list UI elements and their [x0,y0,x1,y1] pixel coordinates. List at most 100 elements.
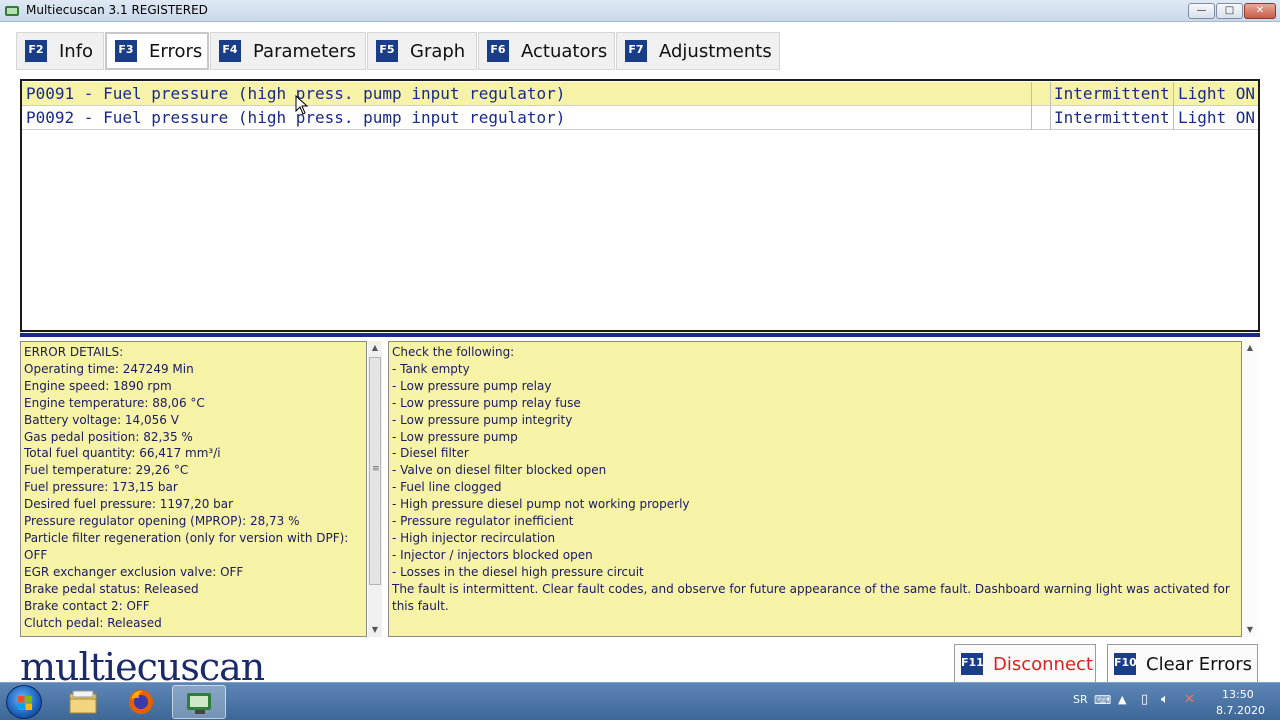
firefox-icon [129,690,153,714]
scroll-down-arrow-icon[interactable]: ▼ [1243,623,1257,637]
tab-label: Parameters [253,40,357,62]
tab-label: Graph [410,40,466,62]
disconnect-button[interactable]: F11 Disconnect [954,644,1096,684]
f6-key-badge: F6 [487,40,509,62]
advice-panel: Check the following: - Tank empty - Low … [388,341,1242,637]
details-line: Brake contact 2: OFF [24,598,150,613]
f7-key-badge: F7 [625,40,647,62]
advice-line: - Valve on diesel filter blocked open [392,463,607,478]
tab-actuators[interactable]: F6 Actuators [478,32,615,70]
f5-key-badge: F5 [376,40,398,62]
advice-summary: The fault is intermittent. Clear fault c… [392,581,1230,613]
details-line: Pressure regulator opening (MPROP): 28,7… [24,514,300,529]
minimize-button[interactable]: — [1188,3,1215,19]
f3-key-badge: F3 [115,40,137,62]
scrollbar-thumb[interactable]: ≡ [369,357,381,585]
tab-errors[interactable]: F3 Errors [105,32,209,70]
error-state: Intermittent [1054,84,1170,103]
multiecuscan-logo: multiecuscan [20,645,265,683]
tab-graph[interactable]: F5 Graph [367,32,477,70]
details-scrollbar[interactable]: ▲ ≡ ▼ [368,341,382,637]
divider [20,333,1260,337]
error-row[interactable]: P0092 - Fuel pressure (high press. pump … [22,106,1258,130]
advice-line: - Losses in the diesel high pressure cir… [392,564,644,579]
details-line: Clutch pedal: Released [24,615,162,630]
scroll-up-arrow-icon[interactable]: ▲ [368,341,382,355]
windows-logo-icon [18,696,32,710]
error-state: Intermittent [1054,108,1170,127]
tab-adjustments[interactable]: F7 Adjustments [616,32,780,70]
mouse-cursor-icon [295,95,309,115]
details-line: Battery voltage: 14,056 V [24,412,179,427]
advice-line: - High pressure diesel pump not working … [392,497,690,512]
error-column-spacer [1031,106,1051,130]
tab-label: Adjustments [659,40,772,62]
details-line: Operating time: 247249 Min [24,361,194,376]
disconnect-label: Disconnect [993,653,1093,675]
tab-label: Actuators [521,40,608,62]
error-details-panel: ERROR DETAILS: Operating time: 247249 Mi… [20,341,367,637]
network-icon[interactable]: ✕ [1184,692,1195,707]
scroll-up-arrow-icon[interactable]: ▲ [1243,341,1257,355]
advice-scrollbar[interactable]: ▲ ▼ [1243,341,1257,637]
details-line: Total fuel quantity: 66,417 mm³/i [24,446,221,461]
advice-line: - Low pressure pump [392,429,518,444]
keyboard-icon[interactable]: ⌨ [1094,693,1111,707]
volume-icon[interactable]: 🔈︎ [1161,692,1169,707]
details-line: Engine speed: 1890 rpm [24,378,172,393]
clear-errors-button[interactable]: F10 Clear Errors [1107,644,1258,684]
details-line: Particle filter regeneration (only for v… [24,530,349,545]
tab-label: Info [59,40,94,62]
details-line: Engine temperature: 88,06 °C [24,395,205,410]
details-line: Fuel temperature: 29,26 °C [24,463,189,478]
details-line: Desired fuel pressure: 1197,20 bar [24,497,234,512]
multiecuscan-app-icon [187,693,211,714]
advice-line: - High injector recirculation [392,530,556,545]
window-title: Multiecuscan 3.1 REGISTERED [26,3,208,17]
details-line: EGR exchanger exclusion valve: OFF [24,564,244,579]
f10-key-badge: F10 [1114,653,1137,675]
tab-parameters[interactable]: F4 Parameters [210,32,366,70]
advice-line: - Low pressure pump integrity [392,412,573,427]
show-hidden-icons-icon[interactable]: ▲ [1118,693,1126,706]
advice-line: - Low pressure pump relay fuse [392,395,581,410]
advice-line: - Tank empty [392,361,470,376]
clock-date[interactable]: 8.7.2020 [1216,704,1265,717]
scroll-down-arrow-icon[interactable]: ▼ [368,623,382,637]
tab-label: Errors [149,40,203,62]
advice-line: - Diesel filter [392,446,469,461]
details-line: OFF [24,547,48,562]
error-light-status: Light ON [1173,106,1255,130]
error-column-spacer [1031,82,1051,106]
details-line: Fuel pressure: 173,15 bar [24,480,178,495]
error-list: P0091 - Fuel pressure (high press. pump … [20,79,1260,332]
details-line: Brake pedal status: Released [24,581,199,596]
advice-line: - Low pressure pump relay [392,378,552,393]
error-light-status: Light ON [1173,82,1255,106]
clear-errors-label: Clear Errors [1146,653,1253,675]
taskbar-file-explorer[interactable] [56,685,110,719]
close-button[interactable]: ✕ [1244,3,1276,19]
folder-icon [69,690,97,714]
language-indicator[interactable]: SR [1073,693,1088,706]
taskbar: SR ⌨ ▲ ▯ 🔈︎ ✕ 13:50 8.7.2020 [0,682,1280,720]
taskbar-multiecuscan[interactable] [172,685,226,719]
f4-key-badge: F4 [219,40,241,62]
details-line: Gas pedal position: 82,35 % [24,429,193,444]
advice-line: - Fuel line clogged [392,480,502,495]
taskbar-firefox[interactable] [114,685,168,719]
maximize-button[interactable]: □ [1216,3,1243,19]
advice-line: - Pressure regulator inefficient [392,514,574,529]
title-bar: Multiecuscan 3.1 REGISTERED — □ ✕ [0,0,1280,22]
app-icon [5,6,19,16]
f11-key-badge: F11 [961,653,984,675]
start-button[interactable] [6,685,42,719]
advice-line: - Injector / injectors blocked open [392,547,593,562]
tab-info[interactable]: F2 Info [16,32,104,70]
advice-heading: Check the following: [392,345,515,359]
f2-key-badge: F2 [25,40,47,62]
usb-device-icon[interactable]: ▯ [1141,692,1148,707]
clock-time[interactable]: 13:50 [1222,688,1254,701]
details-heading: ERROR DETAILS: [24,345,124,359]
error-row[interactable]: P0091 - Fuel pressure (high press. pump … [22,82,1258,106]
